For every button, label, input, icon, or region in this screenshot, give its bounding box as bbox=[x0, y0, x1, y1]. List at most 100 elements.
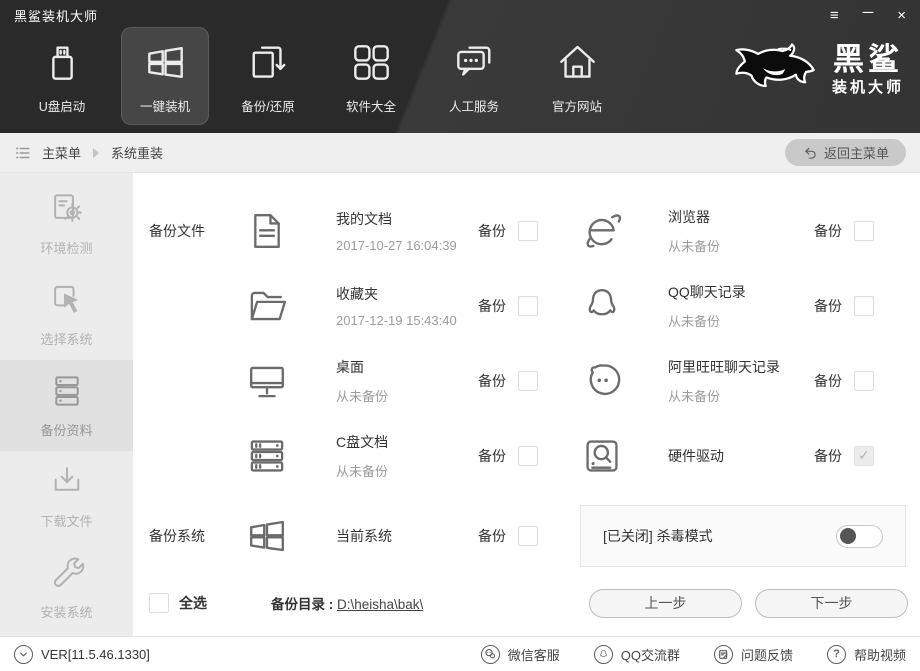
nav-item-backup-restore[interactable]: 备份/还原 bbox=[224, 27, 312, 125]
prev-step-button[interactable]: 上一步 bbox=[589, 588, 742, 618]
sidebar-item-install-system[interactable]: 安装系统 bbox=[0, 542, 133, 633]
version-info: VER[11.5.46.1330] bbox=[14, 644, 150, 664]
backup-checkbox[interactable]: ✓ bbox=[518, 295, 538, 316]
sidebar-item-env-check[interactable]: 环境检测 bbox=[0, 178, 133, 269]
breadcrumb-separator-icon bbox=[93, 147, 100, 158]
select-all-checkbox[interactable]: ✓ bbox=[149, 593, 169, 613]
main-nav: U盘启动 一键装机 备份/还原 软件大全 人工服务 官方网站 bbox=[18, 27, 621, 125]
backup-item-current-system: 备份系统 当前系统 备份 ✓ bbox=[149, 501, 554, 571]
nav-item-usb-boot[interactable]: U盘启动 bbox=[18, 27, 106, 125]
monitor-icon bbox=[245, 359, 289, 403]
backup-checkbox-label: 备份 bbox=[814, 447, 842, 464]
drive-stack-icon bbox=[245, 434, 289, 478]
backup-checkbox-label: 备份 bbox=[814, 372, 842, 389]
usb-drive-icon bbox=[51, 46, 73, 80]
return-main-menu-button[interactable]: 返回主菜单 bbox=[784, 139, 906, 166]
select-all-label: 全选 bbox=[179, 595, 207, 611]
backup-checkbox-label: 备份 bbox=[478, 297, 506, 314]
item-title: QQ聊天记录 bbox=[668, 283, 746, 300]
version-label: VER[11.5.46.1330] bbox=[41, 646, 150, 662]
backup-checkbox[interactable]: ✓ bbox=[518, 445, 538, 466]
backup-checkbox-label: 备份 bbox=[478, 528, 506, 544]
backup-checkbox[interactable]: ✓ bbox=[518, 370, 538, 391]
item-subtitle: 2017-10-27 16:04:39 bbox=[336, 237, 457, 253]
sidebar-item-backup-data[interactable]: 备份资料 bbox=[0, 360, 133, 451]
antivirus-mode-label: [已关闭] 杀毒模式 bbox=[603, 528, 713, 544]
item-subtitle: 2017-12-19 15:43:40 bbox=[336, 312, 457, 328]
section-label-files: 备份文件 bbox=[149, 222, 205, 239]
qq-penguin-icon bbox=[580, 284, 624, 328]
sidebar-item-label: 环境检测 bbox=[40, 241, 93, 256]
steps-sidebar: 环境检测 选择系统 备份资料 下载文件 安装系统 bbox=[0, 173, 133, 636]
item-title: 阿里旺旺聊天记录 bbox=[668, 358, 780, 375]
item-subtitle: 从未备份 bbox=[336, 388, 389, 404]
wechat-support-link[interactable]: 微信客服 bbox=[480, 644, 560, 664]
breadcrumb-bar: 主菜单 系统重装 返回主菜单 bbox=[0, 133, 920, 173]
item-title: 我的文档 bbox=[336, 210, 392, 227]
section-label-system: 备份系统 bbox=[149, 528, 205, 544]
item-title: 硬件驱动 bbox=[668, 447, 724, 464]
antivirus-toggle[interactable] bbox=[836, 524, 883, 548]
breadcrumb-current: 系统重装 bbox=[111, 146, 164, 161]
minimize-icon[interactable]: ─ bbox=[863, 5, 874, 20]
item-subtitle: 从未备份 bbox=[668, 238, 721, 254]
nav-item-official-site[interactable]: 官方网站 bbox=[533, 27, 621, 125]
folder-icon bbox=[245, 284, 289, 328]
item-title: 浏览器 bbox=[668, 208, 710, 225]
titlebar: 黑鲨装机大师 ≡ ─ × bbox=[0, 0, 920, 30]
backup-item-browser: 浏览器 从未备份 备份 ✓ bbox=[554, 193, 920, 268]
nav-item-customer-service[interactable]: 人工服务 bbox=[430, 27, 518, 125]
return-button-label: 返回主菜单 bbox=[823, 146, 889, 161]
sidebar-item-label: 备份资料 bbox=[40, 423, 93, 438]
item-title: 桌面 bbox=[336, 358, 364, 375]
backup-item-qq-history: QQ聊天记录 从未备份 备份 ✓ bbox=[554, 268, 920, 343]
backup-checkbox-label: 备份 bbox=[814, 297, 842, 314]
close-icon[interactable]: × bbox=[897, 8, 906, 23]
backup-checkbox[interactable]: ✓ bbox=[518, 220, 538, 241]
backup-checkbox-label: 备份 bbox=[814, 222, 842, 239]
wechat-icon bbox=[480, 644, 500, 664]
feedback-link[interactable]: 问题反馈 bbox=[713, 644, 793, 664]
backup-dir-label: 备份目录 : bbox=[271, 597, 337, 612]
sidebar-item-select-system[interactable]: 选择系统 bbox=[0, 269, 133, 360]
document-icon bbox=[245, 209, 289, 253]
backup-dir: 备份目录 : D:\heisha\bak\ bbox=[271, 593, 423, 613]
backup-checkbox[interactable]: ✓ bbox=[518, 526, 538, 546]
download-icon bbox=[54, 467, 79, 491]
qq-group-link[interactable]: QQ交流群 bbox=[593, 644, 680, 664]
item-subtitle: 从未备份 bbox=[336, 463, 389, 479]
next-step-button[interactable]: 下一步 bbox=[755, 588, 908, 618]
nav-label: 人工服务 bbox=[448, 100, 499, 114]
backup-checkbox[interactable]: ✓ bbox=[854, 295, 874, 316]
backup-checkbox[interactable]: ✓ bbox=[854, 445, 874, 466]
backup-item-favorites: 收藏夹 2017-12-19 15:43:40 备份 ✓ bbox=[149, 268, 554, 343]
nav-label: 官方网站 bbox=[551, 100, 602, 114]
sidebar-item-download-files[interactable]: 下载文件 bbox=[0, 451, 133, 542]
footer: VER[11.5.46.1330] 微信客服 QQ交流群 问题反馈 ? 帮助视频 bbox=[0, 636, 920, 671]
app-title: 黑鲨装机大师 bbox=[14, 8, 99, 24]
backup-item-hardware-drivers: 硬件驱动 备份 ✓ bbox=[554, 418, 920, 493]
home-icon bbox=[559, 45, 595, 78]
backup-item-aliwangwang-history: 阿里旺旺聊天记录 从未备份 备份 ✓ bbox=[554, 343, 920, 418]
backup-panel: 备份文件 我的文档 2017-10-27 16:04:39 备份 ✓ 浏览器 bbox=[133, 173, 920, 636]
backup-checkbox[interactable]: ✓ bbox=[854, 220, 874, 241]
nav-item-one-key-install[interactable]: 一键装机 bbox=[121, 27, 209, 125]
help-video-link[interactable]: ? 帮助视频 bbox=[826, 644, 906, 664]
nav-item-software-center[interactable]: 软件大全 bbox=[327, 27, 415, 125]
menu-icon[interactable]: ≡ bbox=[830, 8, 839, 23]
item-subtitle: 从未备份 bbox=[668, 313, 721, 329]
brand-logo: 黑鲨 装机大师 bbox=[728, 36, 904, 102]
ie-browser-icon bbox=[580, 209, 624, 253]
backup-item-desktop: 桌面 从未备份 备份 ✓ bbox=[149, 343, 554, 418]
sidebar-item-label: 下载文件 bbox=[40, 514, 93, 529]
logo-line2: 装机大师 bbox=[831, 78, 904, 96]
list-icon bbox=[16, 147, 30, 158]
item-title: 收藏夹 bbox=[336, 285, 378, 302]
breadcrumb-root[interactable]: 主菜单 bbox=[42, 143, 81, 162]
backup-checkbox[interactable]: ✓ bbox=[854, 370, 874, 391]
env-check-icon bbox=[53, 194, 82, 223]
chat-bubbles-icon bbox=[456, 46, 490, 76]
backup-dir-link[interactable]: D:\heisha\bak\ bbox=[337, 597, 423, 612]
aliwangwang-icon bbox=[580, 359, 624, 403]
footer-link-label: QQ交流群 bbox=[620, 647, 680, 663]
